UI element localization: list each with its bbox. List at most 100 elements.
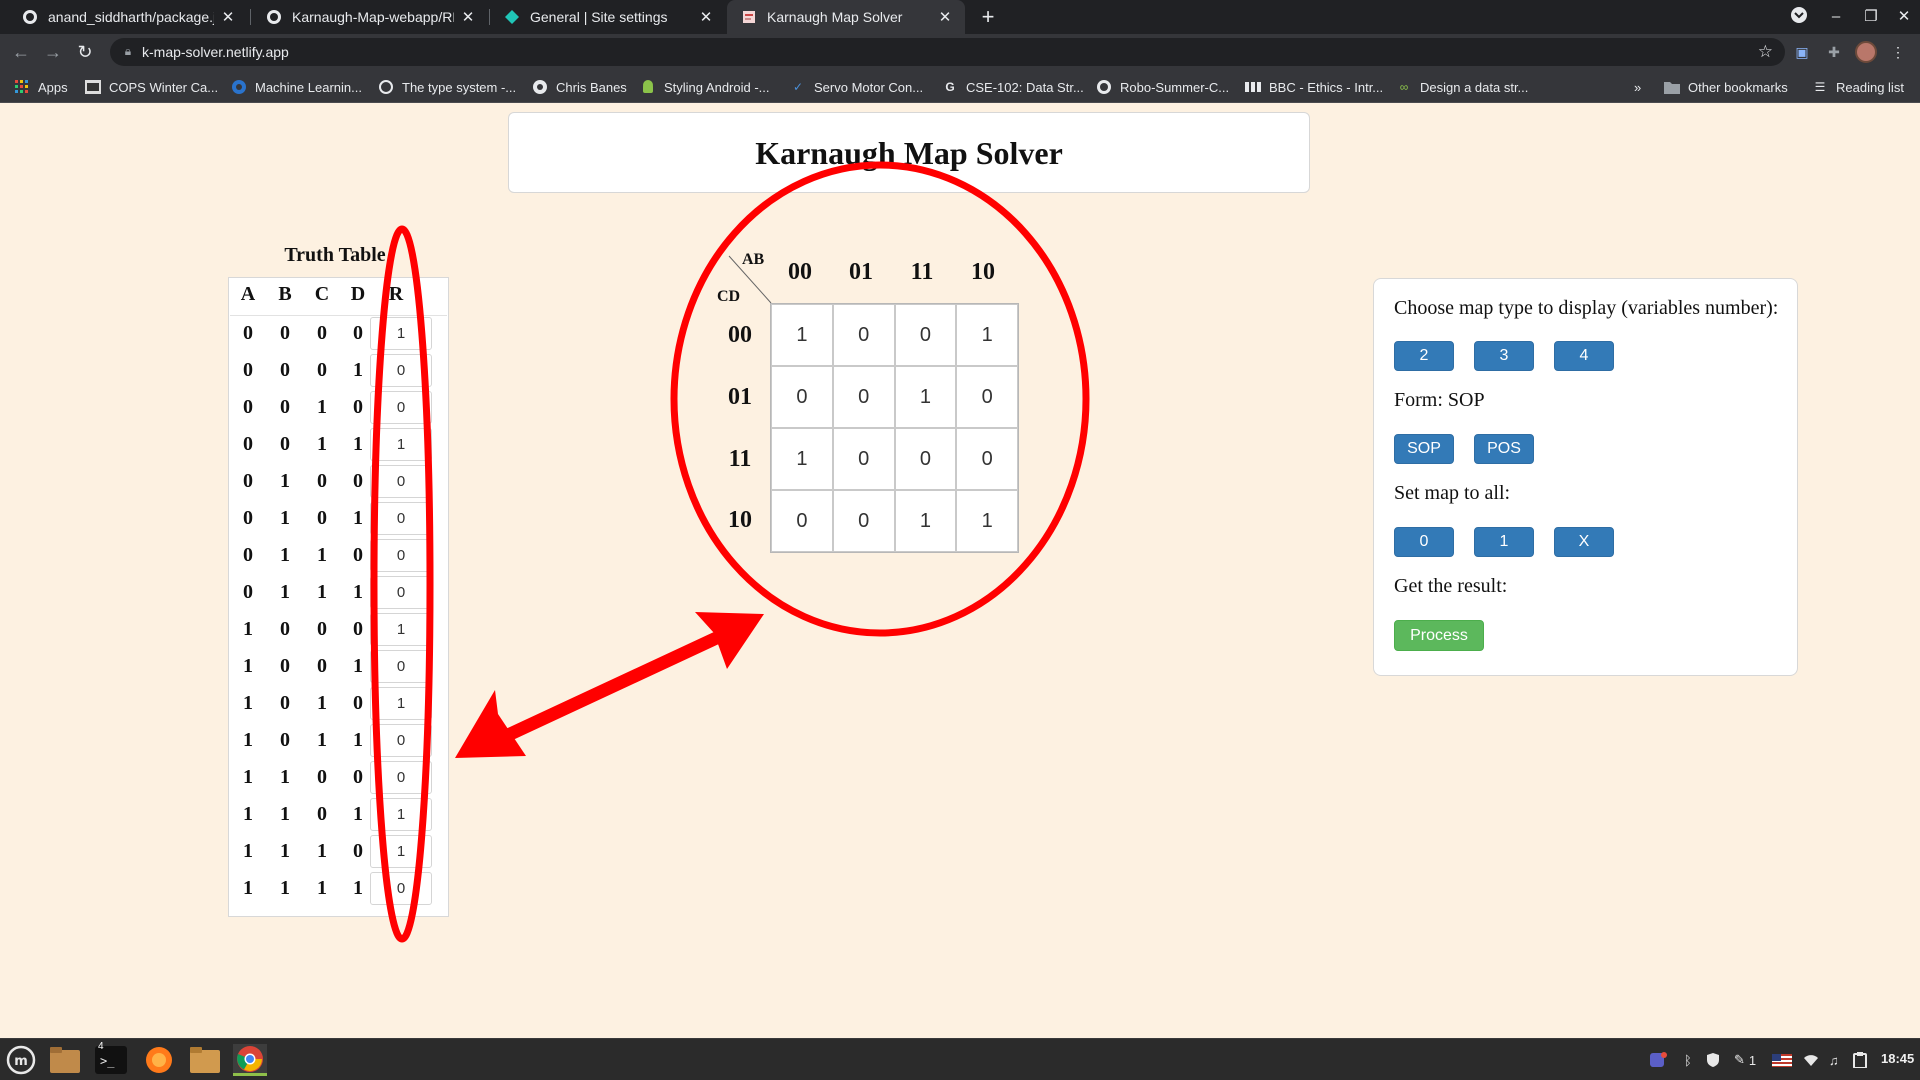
bookmarks-overflow-icon[interactable]: » (1634, 78, 1641, 96)
clipboard-icon[interactable] (1853, 1051, 1867, 1069)
bookmark-cops[interactable]: COPS Winter Ca... (85, 78, 218, 96)
truth-table-result-input[interactable]: 1 (370, 317, 432, 350)
truth-table-result-input[interactable]: 1 (370, 798, 432, 831)
reading-list-button[interactable]: ☰ Reading list (1812, 78, 1904, 96)
tab-readme[interactable]: Karnaugh-Map-webapp/REAL ✕ (252, 0, 488, 34)
kmap-cell[interactable]: 0 (894, 428, 957, 490)
bookmark-robo-summer[interactable]: Robo-Summer-C... (1096, 78, 1229, 96)
map-type-2-button[interactable]: 2 (1394, 341, 1454, 371)
close-tab-icon[interactable]: ✕ (937, 8, 953, 26)
bookmark-type-system[interactable]: The type system -... (378, 78, 516, 96)
kmap-cell[interactable]: 0 (956, 366, 1018, 428)
bookmark-other-bookmarks[interactable]: Other bookmarks (1664, 78, 1788, 96)
set-all-x-button[interactable]: X (1554, 527, 1614, 557)
close-tab-icon[interactable]: ✕ (460, 8, 476, 26)
truth-table-result-input[interactable]: 0 (370, 650, 432, 683)
truth-table-cell-c: 0 (317, 507, 327, 529)
tab-package-json[interactable]: anand_siddharth/package.jso ✕ (8, 0, 248, 34)
truth-table-result-input[interactable]: 0 (370, 391, 432, 424)
tab-search-icon[interactable] (1788, 6, 1810, 28)
pos-button[interactable]: POS (1474, 434, 1534, 464)
back-icon[interactable]: ← (8, 39, 34, 65)
truth-table-result-input[interactable]: 1 (370, 687, 432, 720)
truth-table-result-input[interactable]: 1 (370, 428, 432, 461)
truth-table-result-input[interactable]: 0 (370, 502, 432, 535)
bookmark-chris-banes[interactable]: Chris Banes (532, 78, 627, 96)
truth-table-result-input[interactable]: 0 (370, 354, 432, 387)
kmap-cell[interactable]: 0 (832, 490, 895, 552)
minimize-icon[interactable]: – (1825, 6, 1847, 28)
kmap-cell[interactable]: 1 (771, 304, 833, 366)
mint-menu-icon[interactable]: m (4, 1044, 38, 1076)
shield-icon[interactable] (1706, 1051, 1720, 1069)
tab-karnaugh-map-solver[interactable]: Karnaugh Map Solver ✕ (727, 0, 965, 34)
wifi-icon[interactable] (1803, 1051, 1819, 1069)
reload-icon[interactable]: ↻ (72, 39, 98, 65)
bookmark-servo-motor[interactable]: ✓ Servo Motor Con... (790, 78, 923, 96)
chrome-icon[interactable] (233, 1044, 267, 1076)
map-type-3-button[interactable]: 3 (1474, 341, 1534, 371)
bookmark-machine-learning[interactable]: Machine Learnin... (231, 78, 362, 96)
truth-table-result-input[interactable]: 1 (370, 835, 432, 868)
truth-table-cell-d: 1 (353, 655, 363, 677)
sound-icon[interactable]: ♫ (1829, 1051, 1839, 1069)
teams-icon[interactable] (1648, 1051, 1668, 1069)
truth-table-result-input[interactable]: 0 (370, 576, 432, 609)
cast-icon[interactable]: ▣ (1792, 42, 1812, 62)
truth-table-result-input[interactable]: 0 (370, 872, 432, 905)
truth-table-result-input[interactable]: 0 (370, 761, 432, 794)
bluetooth-icon[interactable]: ᛒ (1684, 1051, 1692, 1069)
tab-site-settings[interactable]: General | Site settings ✕ (490, 0, 726, 34)
profile-avatar[interactable] (1855, 41, 1877, 63)
kmap-cell[interactable]: 1 (956, 304, 1018, 366)
kmap-cell[interactable]: 0 (771, 490, 833, 552)
kmap-cell[interactable]: 0 (771, 366, 833, 428)
kmap-cell[interactable]: 0 (956, 428, 1018, 490)
cops-icon (85, 79, 101, 95)
kmap-cell[interactable]: 1 (771, 428, 833, 490)
kmap-cell[interactable]: 1 (894, 366, 957, 428)
forward-icon[interactable]: → (40, 39, 66, 65)
close-window-icon[interactable]: ✕ (1893, 6, 1915, 28)
extensions-icon[interactable]: ✚ (1824, 42, 1844, 62)
bookmark-design-data-structure[interactable]: ∞ Design a data str... (1396, 78, 1529, 96)
kmap-cell[interactable]: 1 (894, 490, 957, 552)
bookmark-styling-android[interactable]: Styling Android -... (640, 78, 770, 96)
set-all-0-button[interactable]: 0 (1394, 527, 1454, 557)
kmap-cell[interactable]: 0 (894, 304, 957, 366)
keyboard-layout-flag-icon[interactable] (1772, 1051, 1792, 1069)
sop-button[interactable]: SOP (1394, 434, 1454, 464)
truth-table-title: Truth Table (284, 244, 386, 266)
firefox-icon[interactable] (142, 1044, 176, 1076)
kmap-cell[interactable]: 1 (956, 490, 1018, 552)
folder-icon[interactable] (188, 1044, 222, 1076)
truth-table-result-input[interactable]: 0 (370, 539, 432, 572)
kmap-cell[interactable]: 0 (832, 428, 895, 490)
close-tab-icon[interactable]: ✕ (220, 8, 236, 26)
notification-icon[interactable]: ✎ 1 (1734, 1051, 1756, 1069)
truth-table-cell-d: 1 (353, 507, 363, 529)
bookmark-star-icon[interactable]: ☆ (1758, 42, 1773, 62)
menu-kebab-icon[interactable]: ⋮ (1888, 42, 1908, 62)
lock-icon[interactable]: 🔒︎ (120, 44, 136, 60)
map-type-4-button[interactable]: 4 (1554, 341, 1614, 371)
truth-table-result-input[interactable]: 0 (370, 465, 432, 498)
truth-table-cell-d: 0 (353, 544, 363, 566)
files-icon[interactable] (48, 1044, 82, 1076)
close-tab-icon[interactable]: ✕ (698, 8, 714, 26)
truth-table-cell-a: 0 (243, 581, 253, 603)
terminal-icon[interactable]: >_ 4 (94, 1041, 128, 1076)
process-button[interactable]: Process (1394, 620, 1484, 651)
kmap-cell[interactable]: 0 (832, 366, 895, 428)
bookmark-cse-102[interactable]: G CSE-102: Data Str... (942, 78, 1083, 96)
android-icon (640, 79, 656, 95)
restore-icon[interactable]: ❐ (1860, 6, 1882, 28)
truth-table-result-input[interactable]: 1 (370, 613, 432, 646)
bookmark-bbc-ethics[interactable]: BBC - Ethics - Intr... (1245, 78, 1383, 96)
kmap-cell[interactable]: 0 (832, 304, 895, 366)
new-tab-button[interactable]: + (976, 5, 1000, 29)
truth-table-result-input[interactable]: 0 (370, 724, 432, 757)
bookmark-apps[interactable]: Apps (14, 78, 68, 96)
address-bar[interactable]: 🔒︎ k-map-solver.netlify.app ☆ (110, 38, 1785, 66)
set-all-1-button[interactable]: 1 (1474, 527, 1534, 557)
